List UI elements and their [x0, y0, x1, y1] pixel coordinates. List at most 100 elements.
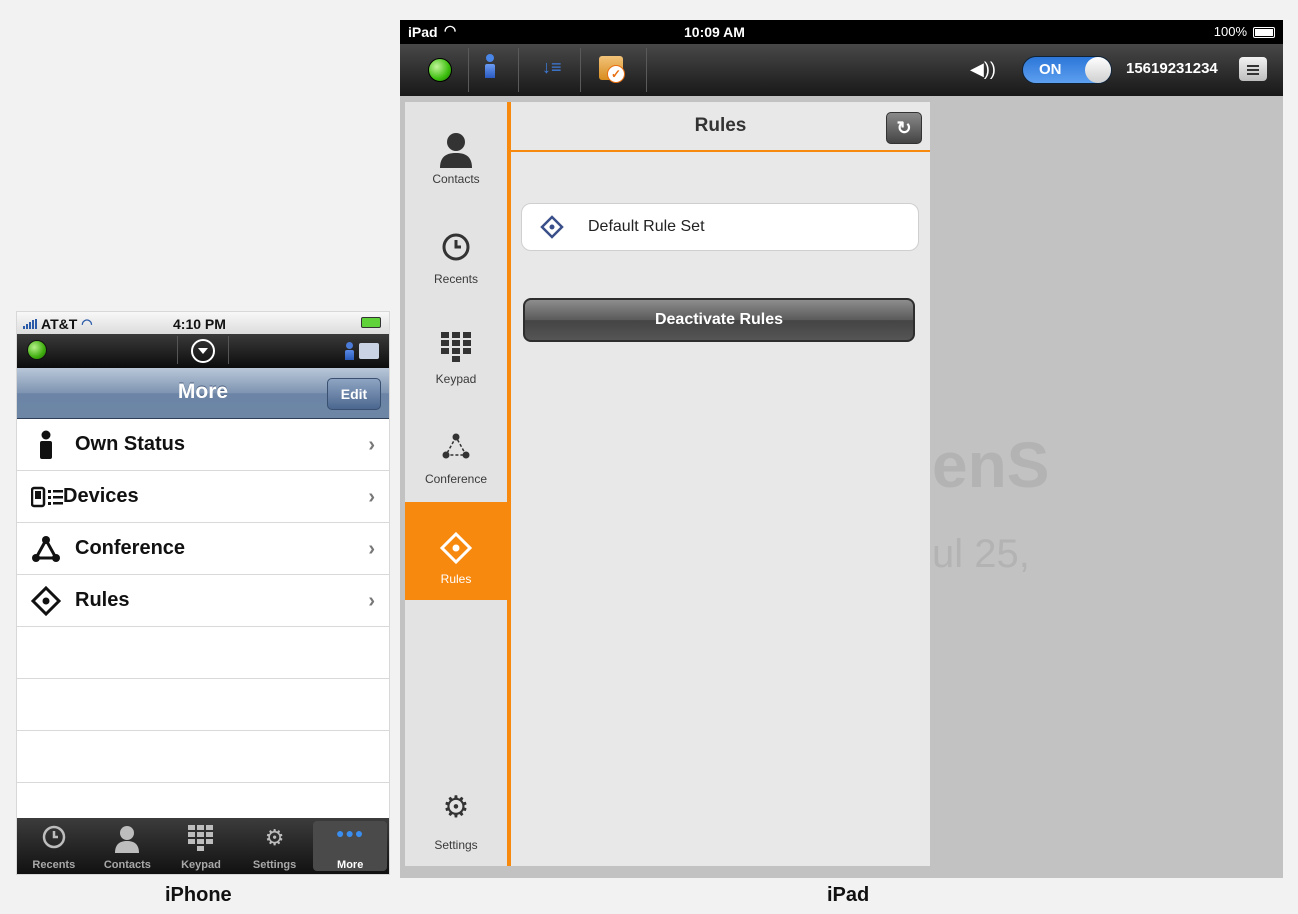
tab-keypad[interactable]: Keypad [164, 818, 238, 874]
rules-panel: Rules ↻ Default Rule Set Deactivate Rule… [511, 102, 930, 866]
sidebar-item-label: Rules [440, 572, 472, 586]
tab-recents[interactable]: Recents [17, 818, 91, 874]
ipad-sidebar: Contacts Recents Keypad Conference Rules… [405, 102, 507, 866]
iphone-navbar: More Edit [17, 368, 389, 419]
clock-icon [42, 825, 66, 854]
clock-icon [441, 232, 471, 267]
devices-icon[interactable]: ↓≡ [542, 57, 562, 78]
refresh-button[interactable]: ↻ [886, 112, 922, 144]
tab-contacts[interactable]: Contacts [91, 818, 165, 874]
iphone-screen: AT&T ◠ 4:10 PM More Edit Own Status › De… [17, 312, 389, 874]
gear-icon: ⚙ [442, 791, 470, 824]
sidebar-item-label: Settings [434, 838, 478, 852]
sidebar-item-conference[interactable]: Conference [405, 402, 507, 500]
status-time: 10:09 AM [684, 24, 745, 40]
own-status-icon[interactable] [345, 342, 354, 360]
sidebar-item-rules[interactable]: Rules [405, 502, 507, 600]
rules-icon [439, 531, 473, 569]
ipad-screen: iPad ◠ 10:09 AM 100% ↓≡ ◀)) ON 156192312… [400, 20, 1283, 878]
tab-more[interactable]: ●●● More [313, 821, 387, 871]
presence-status-icon[interactable] [428, 58, 452, 82]
device-label: iPad [408, 24, 438, 40]
phone-number: 15619231234 [1126, 60, 1218, 77]
toggle-label: ON [1039, 61, 1062, 78]
deactivate-rules-button[interactable]: Deactivate Rules [523, 298, 915, 342]
rules-icon [30, 585, 75, 616]
iphone-tab-bar: Recents Contacts Keypad ⚙ Settings ●●● M… [17, 818, 389, 874]
chevron-right-icon: › [368, 434, 375, 456]
fax-icon[interactable] [359, 343, 379, 359]
iphone-caption: iPhone [165, 884, 232, 906]
conference-icon [31, 534, 75, 564]
tab-settings[interactable]: ⚙ Settings [238, 818, 312, 874]
carrier-label: AT&T [41, 316, 78, 332]
gear-icon: ⚙ [264, 825, 285, 850]
person-icon [31, 430, 75, 460]
list-item-rules[interactable]: Rules › [17, 575, 389, 627]
empty-row [17, 679, 389, 731]
status-time: 4:10 PM [173, 316, 226, 332]
edit-button[interactable]: Edit [327, 378, 381, 410]
availability-toggle[interactable]: ON [1022, 56, 1112, 84]
list-item-label: Conference [75, 537, 186, 559]
sidebar-item-label: Keypad [435, 372, 477, 386]
refresh-icon: ↻ [896, 118, 912, 138]
tab-label: Keypad [181, 859, 221, 871]
more-list: Own Status › Devices › Conference › Rule… [17, 419, 389, 835]
rules-icon [540, 215, 564, 244]
rule-set-label: Default Rule Set [588, 218, 705, 235]
speaker-icon[interactable]: ◀)) [970, 59, 996, 80]
list-item-label: Own Status [75, 433, 186, 455]
sidebar-item-settings[interactable]: ⚙ Settings [405, 768, 507, 866]
sidebar-item-recents[interactable]: Recents [405, 202, 507, 300]
background-heading: enS [932, 429, 1050, 501]
person-icon [439, 132, 473, 173]
tab-label: Contacts [103, 859, 151, 871]
battery-percent: 100% [1213, 24, 1247, 39]
sidebar-item-keypad[interactable]: Keypad [405, 302, 507, 400]
list-item-devices[interactable]: Devices › [17, 471, 389, 523]
chevron-down-icon [191, 339, 215, 363]
sidebar-item-label: Conference [424, 472, 488, 486]
panel-title: Rules [694, 115, 747, 136]
battery-icon [361, 317, 381, 328]
more-icon: ●●● [335, 825, 365, 841]
keypad-icon [187, 825, 214, 856]
wifi-icon: ◠ [81, 316, 93, 331]
tab-label: More [337, 859, 364, 871]
empty-row [17, 627, 389, 679]
toggle-knob [1085, 57, 1111, 83]
keypad-icon [441, 332, 471, 367]
sidebar-item-label: Recents [433, 272, 479, 286]
rule-set-item[interactable]: Default Rule Set [521, 203, 919, 251]
panel-header: Rules ↻ [511, 102, 930, 152]
devices-icon [30, 482, 75, 512]
calendar-check-icon[interactable] [599, 56, 625, 83]
signal-icon [23, 319, 37, 329]
carrier: AT&T ◠ [23, 316, 93, 332]
own-status-icon[interactable] [485, 54, 495, 80]
tab-label: Settings [252, 859, 297, 871]
ipad-toolbar: ↓≡ ◀)) ON 15619231234 [400, 44, 1283, 96]
sidebar-item-label: Contacts [432, 172, 480, 186]
battery-icon [1253, 27, 1275, 38]
menu-icon[interactable] [1239, 57, 1267, 81]
dropdown-button[interactable] [177, 336, 229, 364]
background-date: ul 25, [932, 532, 1030, 576]
ipad-status-bar: iPad ◠ 10:09 AM 100% [400, 20, 1283, 44]
conference-icon [441, 432, 471, 465]
list-item-label: Rules [75, 589, 130, 611]
iphone-toolbar [17, 334, 389, 368]
list-item-own-status[interactable]: Own Status › [17, 419, 389, 471]
empty-row [17, 731, 389, 783]
tab-label: Recents [32, 859, 76, 871]
sidebar-item-contacts[interactable]: Contacts [405, 102, 507, 200]
wifi-icon: ◠ [444, 22, 457, 38]
list-item-conference[interactable]: Conference › [17, 523, 389, 575]
ipad-caption: iPad [827, 884, 870, 906]
person-icon [114, 825, 140, 858]
presence-status-icon[interactable] [27, 340, 47, 360]
chevron-right-icon: › [368, 590, 375, 612]
chevron-right-icon: › [368, 486, 375, 508]
iphone-status-bar: AT&T ◠ 4:10 PM [17, 312, 389, 334]
